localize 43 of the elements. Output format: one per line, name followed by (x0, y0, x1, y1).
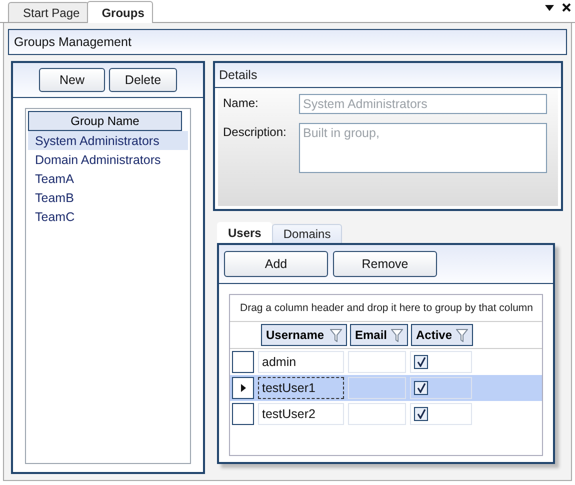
panel-title: Details (219, 68, 258, 82)
list-item[interactable]: TeamC (28, 207, 188, 226)
row-header[interactable] (232, 403, 254, 425)
table-cell: testUser2 (258, 403, 344, 425)
table-cell (348, 403, 406, 425)
delete-button[interactable]: Delete (109, 68, 177, 92)
column-header[interactable]: Active (411, 324, 473, 346)
list-item[interactable]: System Administrators (28, 131, 188, 150)
filter-icon[interactable] (391, 328, 403, 342)
column-header[interactable]: Email (350, 324, 408, 346)
column-title: Username (266, 328, 324, 342)
remove-button[interactable]: Remove (333, 251, 437, 277)
header-title: Groups Management (14, 35, 132, 49)
filter-icon[interactable] (456, 328, 468, 342)
field-label: Name: (223, 95, 260, 112)
add-button[interactable]: Add (224, 251, 328, 277)
table-cell (348, 377, 406, 399)
row-header[interactable] (232, 377, 254, 399)
document-tab[interactable]: Start Page (8, 2, 89, 22)
list-item[interactable]: TeamA (28, 169, 188, 188)
tab[interactable]: Users (217, 222, 272, 243)
field-label: Description: (223, 124, 288, 141)
close-icon[interactable] (562, 3, 571, 12)
checkbox[interactable] (414, 381, 428, 395)
checkbox[interactable] (414, 355, 428, 369)
column-header[interactable]: Username (261, 324, 347, 346)
group-by-hint: Drag a column header and drop it here to group by that column (230, 295, 542, 322)
tab[interactable]: Domains (272, 224, 342, 243)
column-title: Email (355, 328, 388, 342)
document-tab[interactable]: Groups (86, 1, 154, 23)
column-header[interactable]: Group Name (28, 111, 182, 131)
new-button[interactable]: New (39, 68, 105, 92)
table-cell (348, 351, 406, 373)
table-cell: testUser1 (258, 377, 344, 399)
current-row-icon (240, 384, 246, 392)
column-title: Active (416, 328, 452, 342)
checkbox[interactable] (414, 407, 428, 421)
row-header[interactable] (232, 351, 254, 373)
table-cell: admin (258, 351, 344, 373)
dropdown-icon[interactable] (545, 4, 554, 10)
list-item[interactable]: TeamB (28, 188, 188, 207)
list-item[interactable]: Domain Administrators (28, 150, 188, 169)
filter-icon[interactable] (330, 328, 342, 342)
